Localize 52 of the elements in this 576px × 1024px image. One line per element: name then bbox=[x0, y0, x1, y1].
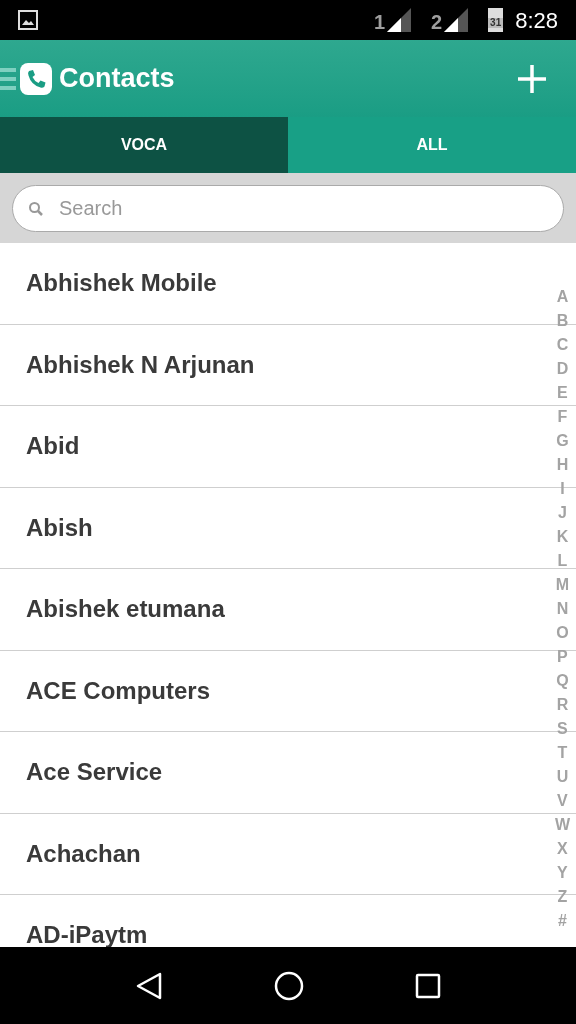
index-letter[interactable]: C bbox=[556, 333, 569, 357]
signal-icon bbox=[444, 8, 469, 32]
index-letter[interactable]: E bbox=[557, 381, 568, 405]
index-letter[interactable]: I bbox=[560, 477, 565, 501]
index-letter[interactable]: L bbox=[557, 549, 568, 573]
index-letter[interactable]: B bbox=[556, 309, 569, 333]
index-letter[interactable]: H bbox=[556, 453, 569, 477]
contact-name[interactable]: Ace Service bbox=[26, 759, 163, 786]
index-letter[interactable]: T bbox=[557, 741, 568, 765]
contact-name[interactable]: Abhishek Mobile bbox=[26, 270, 217, 297]
sim-number: 1 bbox=[373, 12, 386, 32]
tab[interactable]: VOCA bbox=[0, 117, 288, 173]
sim-number: 2 bbox=[431, 12, 443, 32]
contact-name[interactable]: Abhishek N Arjunan bbox=[26, 351, 255, 378]
index-letter[interactable]: A bbox=[556, 285, 569, 309]
index-letter[interactable]: F bbox=[557, 405, 568, 429]
app-title: Contacts bbox=[59, 62, 175, 96]
add-button[interactable] bbox=[518, 64, 546, 93]
contact-name[interactable]: ACE Computers bbox=[26, 677, 211, 704]
index-letter[interactable]: P bbox=[557, 645, 568, 669]
index-letter[interactable]: N bbox=[556, 597, 569, 621]
index-letter[interactable]: # bbox=[558, 909, 567, 933]
search-field[interactable]: Search bbox=[12, 184, 564, 232]
index-letter[interactable]: X bbox=[557, 837, 568, 861]
index-letter[interactable]: K bbox=[556, 525, 569, 549]
index-letter[interactable]: J bbox=[558, 501, 567, 525]
contact-name[interactable]: Abid bbox=[26, 433, 80, 460]
index-letter[interactable]: V bbox=[557, 789, 568, 813]
calendar-icon: 31 bbox=[488, 8, 504, 32]
index-letter[interactable]: M bbox=[555, 573, 570, 597]
index-letter[interactable]: Z bbox=[557, 885, 568, 909]
index-letter[interactable]: W bbox=[554, 813, 570, 837]
index-letter[interactable]: U bbox=[556, 765, 569, 789]
contact-name[interactable]: Abish bbox=[26, 514, 93, 541]
index-letter[interactable]: O bbox=[556, 621, 569, 645]
home-icon[interactable] bbox=[274, 970, 304, 1001]
image-icon bbox=[18, 10, 38, 30]
index-letter[interactable]: Q bbox=[556, 669, 569, 693]
index-letter[interactable]: Y bbox=[557, 861, 568, 885]
contact-name[interactable]: Abishek etumana bbox=[26, 596, 225, 623]
index-letter[interactable]: D bbox=[556, 357, 569, 381]
clock: 8:28 bbox=[515, 6, 558, 35]
index-letter[interactable]: R bbox=[556, 693, 569, 717]
signal-icon bbox=[387, 8, 412, 32]
search-icon bbox=[28, 200, 44, 217]
index-letter[interactable]: S bbox=[557, 717, 568, 741]
contact-name[interactable]: Achachan bbox=[26, 840, 141, 867]
back-icon[interactable] bbox=[135, 970, 164, 1001]
phone-app-icon bbox=[20, 62, 52, 95]
plus-icon bbox=[518, 64, 546, 93]
index-letter[interactable]: G bbox=[556, 429, 569, 453]
recents-icon[interactable] bbox=[414, 972, 441, 999]
